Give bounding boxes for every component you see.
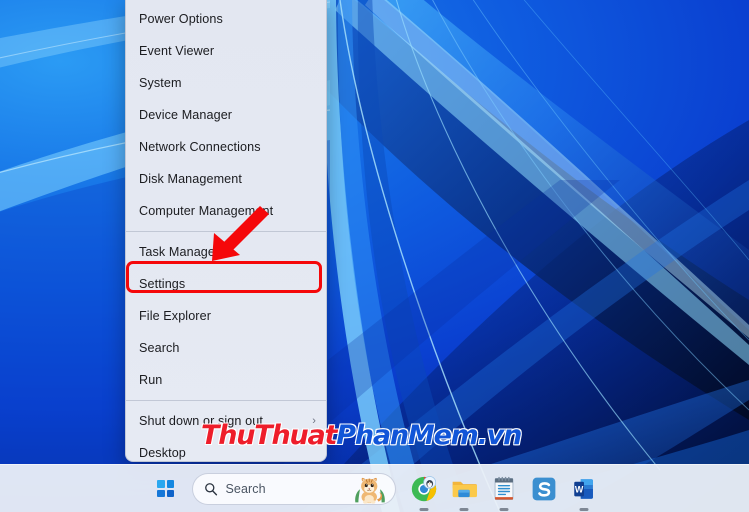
desktop-wallpaper: [0, 0, 749, 512]
menu-item-event-viewer[interactable]: Event Viewer: [126, 35, 326, 67]
menu-item-label: System: [139, 76, 182, 90]
menu-item-label: Event Viewer: [139, 44, 215, 58]
menu-item-run[interactable]: Run: [126, 364, 326, 396]
menu-item-disk-management[interactable]: Disk Management: [126, 163, 326, 195]
menu-item-label: Device Manager: [139, 108, 233, 122]
menu-item-task-manager[interactable]: Task Manager: [126, 236, 326, 268]
menu-item-shut-down-or-sign-out[interactable]: Shut down or sign out ›: [126, 405, 326, 437]
menu-item-label: Power Options: [139, 12, 223, 26]
app-running-indicator: [459, 507, 468, 511]
menu-item-settings[interactable]: Settings: [126, 268, 326, 300]
menu-item-label: Task Manager: [139, 245, 220, 259]
app-running-indicator: [499, 507, 508, 511]
chrome-browser-icon: [411, 475, 436, 501]
menu-item-file-explorer[interactable]: File Explorer: [126, 300, 326, 332]
chevron-right-icon: ›: [312, 415, 316, 427]
menu-item-power-options[interactable]: Power Options: [126, 3, 326, 35]
menu-item-search[interactable]: Search: [126, 332, 326, 364]
app-running-indicator: [419, 507, 428, 511]
windows-logo-icon: [157, 480, 174, 497]
win-x-power-user-menu[interactable]: Power Options Event Viewer System Device…: [125, 0, 327, 462]
menu-item-computer-management[interactable]: Computer Management: [126, 195, 326, 227]
svg-text:W: W: [574, 484, 583, 494]
menu-item-label: Disk Management: [139, 172, 242, 186]
snagit-icon: [532, 477, 555, 500]
menu-item-label: Desktop: [139, 446, 186, 460]
menu-item-label: Shut down or sign out: [139, 414, 263, 428]
menu-item-desktop[interactable]: Desktop: [126, 437, 326, 461]
menu-item-device-manager[interactable]: Device Manager: [126, 99, 326, 131]
file-explorer-icon: [452, 481, 477, 497]
menu-item-label: Run: [139, 373, 163, 387]
start-button[interactable]: [146, 469, 186, 509]
menu-item-label: Network Connections: [139, 140, 261, 154]
search-placeholder: Search: [225, 481, 266, 496]
menu-item-label: File Explorer: [139, 309, 211, 323]
taskbar-app-file-explorer[interactable]: [444, 469, 484, 511]
menu-item-label: Computer Management: [139, 204, 274, 218]
search-icon: [204, 482, 217, 495]
menu-item-network-connections[interactable]: Network Connections: [126, 131, 326, 163]
taskbar[interactable]: Search W: [0, 464, 749, 512]
cat-illustration: [354, 477, 385, 504]
taskbar-search-box[interactable]: Search: [191, 472, 396, 505]
menu-item-system[interactable]: System: [126, 67, 326, 99]
menu-item-label: Settings: [139, 277, 186, 291]
taskbar-app-microsoft-word[interactable]: W: [564, 469, 604, 511]
menu-separator: [126, 231, 326, 232]
taskbar-app-chrome-browser[interactable]: [404, 469, 444, 511]
menu-separator: [126, 400, 326, 401]
desktop-screen: Power Options Event Viewer System Device…: [0, 0, 749, 512]
app-running-indicator: [579, 507, 588, 511]
microsoft-word-icon: W: [573, 478, 593, 499]
taskbar-app-snagit[interactable]: [524, 469, 564, 509]
menu-item-label: Search: [139, 341, 180, 355]
notepad-icon: [494, 476, 513, 500]
taskbar-app-notepad[interactable]: [484, 469, 524, 511]
